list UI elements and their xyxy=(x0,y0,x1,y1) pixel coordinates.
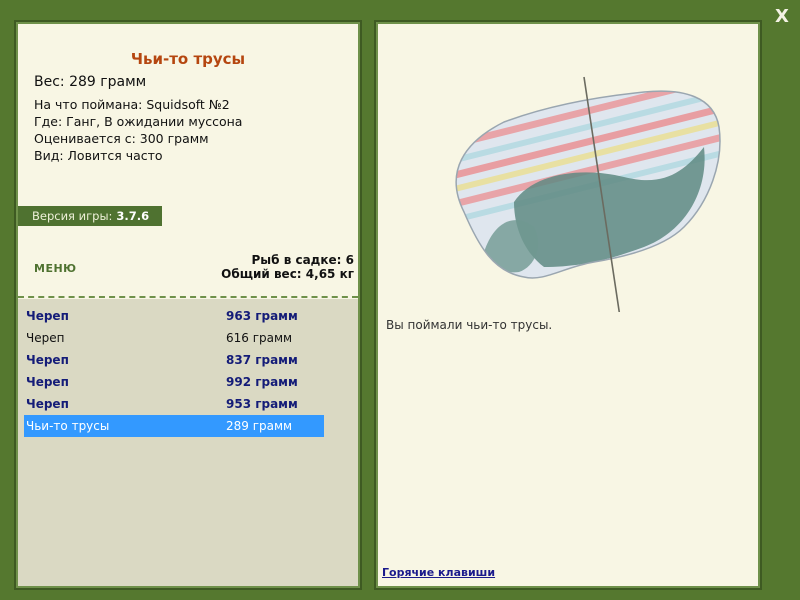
catch-row[interactable]: Чьи-то трусы 289 грамм xyxy=(24,415,324,437)
version-value: 3.7.6 xyxy=(116,209,150,223)
version-badge: Версия игры: 3.7.6 xyxy=(18,206,162,226)
catch-name: Череп xyxy=(26,353,69,367)
bait-info: На что поймана: Squidsoft №2 xyxy=(34,97,230,112)
version-label: Версия игры: xyxy=(32,209,113,223)
underpants-image xyxy=(455,76,721,312)
kind-info: Вид: Ловится часто xyxy=(34,148,163,163)
divider xyxy=(18,296,358,298)
menu-button[interactable]: МЕНЮ xyxy=(34,262,77,275)
catch-row[interactable]: Череп 616 грамм xyxy=(24,327,324,349)
catch-weight: 992 грамм xyxy=(226,375,298,389)
catch-weight: 289 грамм xyxy=(226,419,293,433)
catch-row[interactable]: Череп 953 грамм xyxy=(24,393,324,415)
total-weight: Общий вес: 4,65 кг xyxy=(221,267,354,281)
item-details: На что поймана: Squidsoft №2 Где: Ганг, … xyxy=(34,96,242,164)
location-info: Где: Ганг, В ожидании муссона xyxy=(34,114,243,129)
fish-count: Рыб в садке: 6 xyxy=(251,253,355,267)
item-weight: Вес: 289 грамм xyxy=(34,74,147,90)
catch-weight: 953 грамм xyxy=(226,397,298,411)
catch-info-panel: Чьи-то трусы Вес: 289 грамм На что пойма… xyxy=(14,20,362,590)
catch-list-area: Череп 963 грамм Череп 616 грамм Череп 837 гра… xyxy=(18,299,358,586)
catch-list: Череп 963 грамм Череп 616 грамм Череп 837 гра… xyxy=(24,305,324,437)
catch-message: Вы поймали чьи-то трусы. xyxy=(386,318,553,332)
catch-weight: 837 грамм xyxy=(226,353,298,367)
item-title: Чьи-то трусы xyxy=(130,50,246,68)
catch-row[interactable]: Череп 992 грамм xyxy=(24,371,324,393)
close-button[interactable]: X xyxy=(768,4,796,28)
catch-weight: 963 грамм xyxy=(226,309,298,323)
preview-panel: Вы поймали чьи-то трусы. Горячие клавиши xyxy=(374,20,762,590)
keepnet-stats: Рыб в садке: 6 Общий вес: 4,65 кг xyxy=(221,253,354,281)
catch-name: Череп xyxy=(26,375,69,389)
catch-row[interactable]: Череп 963 грамм xyxy=(24,305,324,327)
catch-name: Череп xyxy=(26,397,69,411)
catch-name: Череп xyxy=(26,331,65,345)
catch-name: Чьи-то трусы xyxy=(26,419,110,433)
catch-row[interactable]: Череп 837 грамм xyxy=(24,349,324,371)
catch-name: Череп xyxy=(26,309,69,323)
catch-weight: 616 грамм xyxy=(226,331,293,345)
value-info: Оценивается с: 300 грамм xyxy=(34,131,209,146)
hotkeys-link[interactable]: Горячие клавиши xyxy=(382,566,495,579)
